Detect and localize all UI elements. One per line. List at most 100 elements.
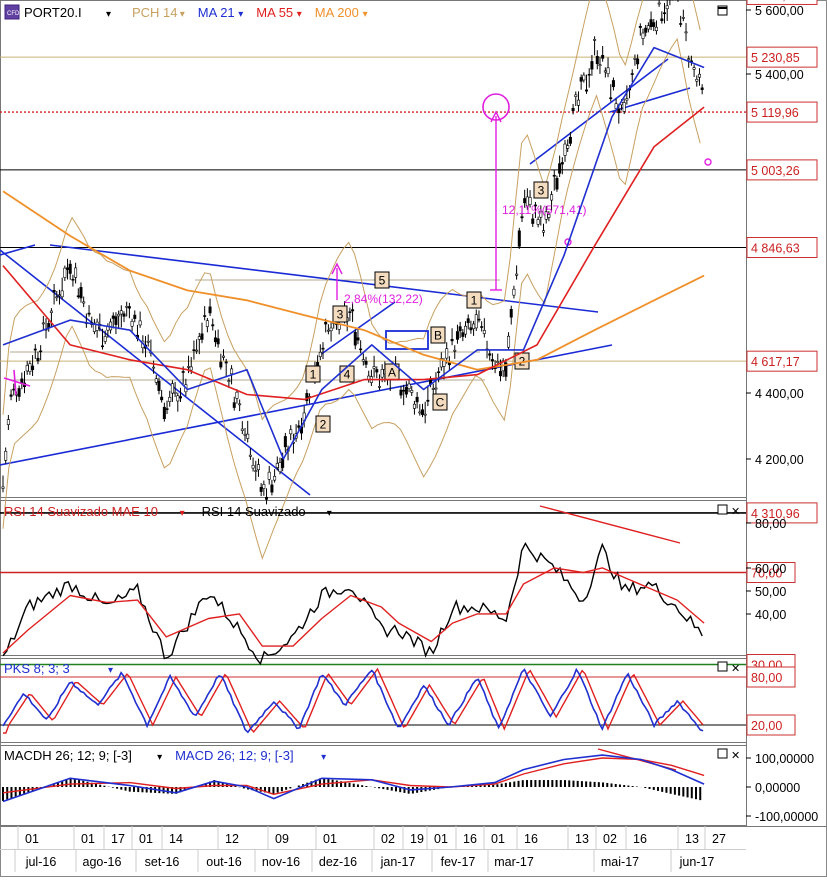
- price-bar-body: [162, 406, 166, 420]
- price-bar-body: [654, 26, 658, 32]
- macd-legend-1[interactable]: MACD 26; 12; 9; [-3]: [175, 748, 294, 763]
- dropdown-triangle-icon[interactable]: ▾: [180, 508, 185, 519]
- rsi-legend-1[interactable]: RSI 14 Suavizado: [202, 504, 306, 519]
- price-bar-body: [472, 323, 476, 330]
- dropdown-triangle-icon[interactable]: ▾: [321, 752, 326, 763]
- price-bar-body: [127, 306, 131, 309]
- price-bar-body: [168, 396, 172, 402]
- rsi-tick-label: 80,00: [755, 517, 786, 531]
- price-bar-body: [79, 287, 83, 299]
- price-bar-body: [684, 31, 688, 34]
- dropdown-triangle-icon[interactable]: ▾: [106, 9, 111, 20]
- maximize-icon[interactable]: [717, 504, 728, 515]
- pks-legend[interactable]: PKS 8; 3; 3: [4, 661, 70, 676]
- indicator-label-3[interactable]: MA 200: [315, 5, 359, 20]
- price-bar-body: [606, 67, 610, 75]
- price-level-label: 4 617,17: [751, 355, 800, 369]
- price-bar-body: [111, 315, 115, 319]
- price-bar-body: [517, 230, 521, 247]
- price-bar-body: [224, 361, 228, 364]
- price-bar-body: [165, 408, 169, 410]
- dropdown-triangle-icon[interactable]: ▾: [297, 9, 302, 20]
- price-bar-body: [39, 350, 43, 353]
- price-bar-body: [625, 98, 629, 101]
- dropdown-triangle-icon[interactable]: ▾: [327, 508, 332, 519]
- maximize-icon[interactable]: [717, 748, 728, 759]
- price-bar-body: [571, 107, 575, 112]
- price-bar-body: [12, 388, 16, 391]
- price-bar-body: [289, 429, 293, 435]
- price-bar-body: [216, 338, 220, 345]
- close-icon[interactable]: ✕: [731, 750, 740, 762]
- month-tick-label: jun-17: [679, 855, 715, 869]
- price-bar-body: [356, 337, 360, 341]
- price-bar-body: [114, 316, 118, 325]
- price-bar-body: [49, 310, 53, 313]
- price-bar-body: [638, 25, 642, 28]
- month-tick-label: out-16: [206, 855, 241, 869]
- price-bar-body: [57, 294, 61, 297]
- price-bar-body: [119, 310, 123, 315]
- dropdown-triangle-icon[interactable]: ▾: [108, 665, 113, 676]
- macd-legend-0[interactable]: MACDH 26; 12; 9; [-3]: [4, 748, 132, 763]
- price-bar-body: [641, 32, 645, 39]
- day-tick-label: 01: [323, 832, 337, 846]
- price-bar-body: [633, 58, 637, 60]
- indicator-label-1[interactable]: MA 21: [198, 5, 235, 20]
- day-tick-label: 01: [81, 832, 95, 846]
- price-bar-body: [227, 380, 231, 382]
- price-bar-body: [563, 143, 567, 156]
- day-tick-label: 13: [685, 832, 699, 846]
- day-tick-label: 13: [575, 832, 589, 846]
- price-bar-body: [636, 58, 640, 65]
- price-bar-body: [297, 425, 301, 428]
- price-bar-body: [17, 388, 21, 397]
- price-bar-body: [170, 383, 174, 394]
- dropdown-triangle-icon[interactable]: ▾: [238, 9, 243, 20]
- price-bar-body: [445, 348, 449, 359]
- indicator-label-2[interactable]: MA 55: [256, 5, 293, 20]
- price-bar-body: [146, 340, 150, 343]
- price-bar-body: [63, 267, 67, 278]
- day-tick-label: 02: [603, 832, 617, 846]
- wave-label-2: 2: [320, 418, 327, 432]
- price-bar-body: [205, 320, 209, 327]
- price-level-label: 5 357,35: [751, 0, 800, 2]
- day-tick-label: 02: [381, 832, 395, 846]
- price-bar-body: [348, 311, 352, 313]
- price-bar-body: [125, 306, 129, 308]
- price-bar-body: [402, 389, 406, 392]
- price-bar-body: [138, 320, 142, 326]
- price-bar-body: [152, 366, 156, 369]
- rsi-legend-0[interactable]: RSI 14 Suavizado MAE 10: [4, 504, 158, 519]
- wave-label-B: B: [434, 329, 442, 343]
- price-bar-body: [133, 314, 137, 319]
- price-bar-body: [531, 218, 535, 224]
- price-bar-body: [238, 403, 242, 406]
- price-bar-body: [598, 64, 602, 67]
- day-tick-label: 17: [111, 832, 125, 846]
- dropdown-triangle-icon[interactable]: ▾: [180, 9, 185, 20]
- price-bar-body: [251, 464, 255, 469]
- price-bar-body: [326, 329, 330, 332]
- maximize-icon[interactable]: [717, 661, 728, 672]
- price-bar-body: [211, 324, 215, 327]
- price-bar-body: [324, 321, 328, 325]
- price-bar-body: [377, 386, 381, 388]
- price-bar-body: [31, 365, 35, 371]
- symbol-label[interactable]: PORT20.I: [24, 5, 82, 20]
- price-bar-body: [87, 312, 91, 315]
- indicator-label-0[interactable]: PCH 14: [132, 5, 178, 20]
- price-bar-body: [259, 487, 263, 492]
- month-tick-label: ago-16: [83, 855, 122, 869]
- price-bar-body: [585, 89, 589, 92]
- price-bar-body: [461, 332, 465, 337]
- price-bar-body: [579, 77, 583, 82]
- dropdown-triangle-icon[interactable]: ▾: [363, 9, 368, 20]
- close-icon[interactable]: ✕: [731, 663, 740, 675]
- day-tick-label: 09: [275, 832, 289, 846]
- price-tick-label: 4 200,00: [755, 453, 804, 467]
- close-icon[interactable]: ✕: [731, 506, 740, 518]
- price-bar-body: [103, 336, 107, 342]
- dropdown-triangle-icon[interactable]: ▾: [157, 752, 162, 763]
